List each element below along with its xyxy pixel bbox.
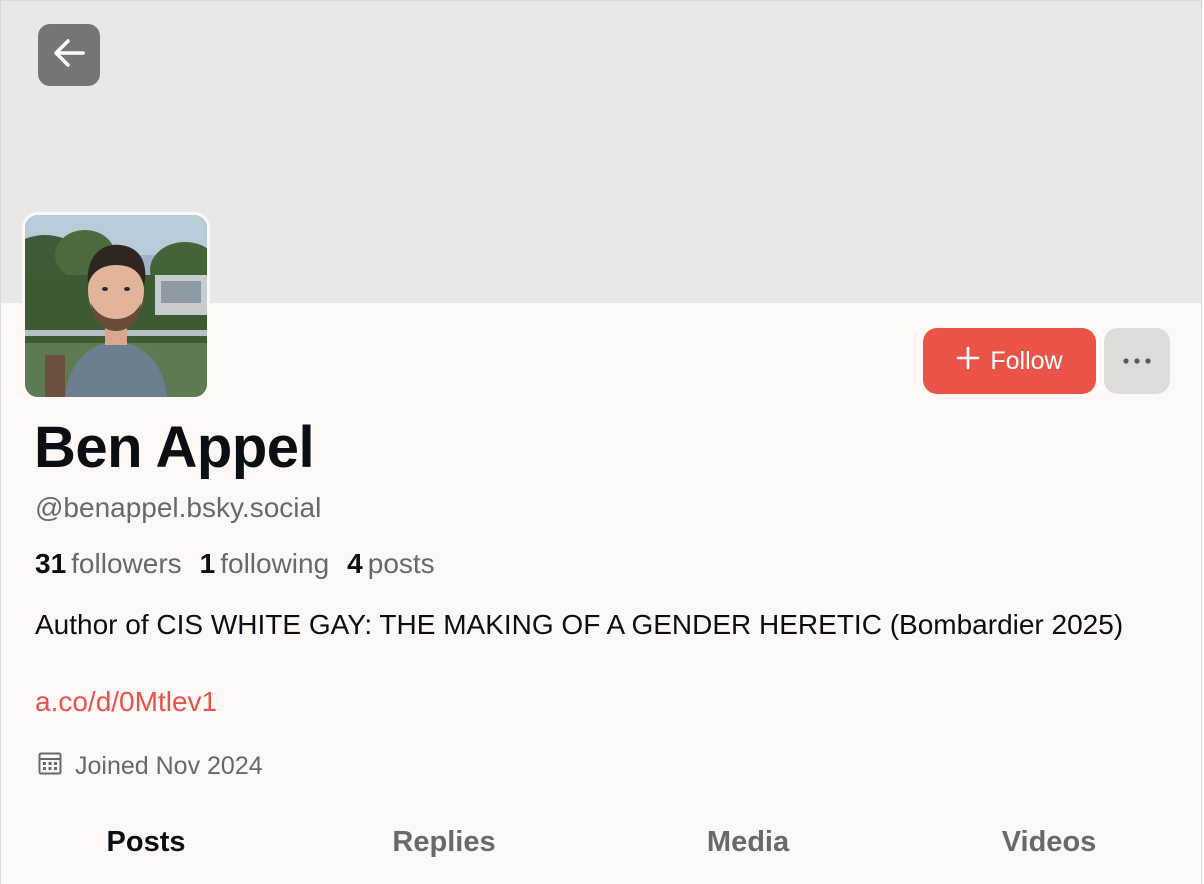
following-label: following — [220, 548, 330, 579]
profile-tabs: Posts Replies Media Videos — [0, 808, 1202, 884]
following-count: 1 — [199, 548, 216, 579]
tab-media[interactable]: Media — [707, 826, 789, 859]
back-button[interactable] — [38, 24, 100, 86]
joined-date: Joined Nov 2024 — [37, 750, 263, 783]
tab-videos[interactable]: Videos — [1002, 826, 1097, 859]
more-options-button[interactable] — [1104, 328, 1170, 394]
followers-count: 31 — [35, 548, 67, 579]
arrow-left-icon — [52, 38, 86, 73]
posts-count: 4 — [347, 548, 363, 579]
tab-replies[interactable]: Replies — [392, 826, 495, 859]
calendar-icon — [37, 750, 63, 783]
ellipsis-icon — [1122, 352, 1152, 370]
profile-stats: 31 followers 1 following 4 posts — [35, 548, 435, 580]
posts-label: posts — [367, 548, 435, 579]
profile-bio: Author of CIS WHITE GAY: THE MAKING OF A… — [35, 609, 1124, 640]
following-stat[interactable]: 1 following — [200, 548, 330, 580]
follow-label: Follow — [990, 346, 1063, 375]
profile-handle: @benappel.bsky.social — [35, 492, 322, 523]
follow-button[interactable]: Follow — [923, 328, 1096, 394]
tab-posts[interactable]: Posts — [107, 826, 186, 859]
followers-stat[interactable]: 31 followers — [35, 548, 182, 580]
avatar[interactable] — [22, 212, 210, 400]
display-name: Ben Appel — [34, 415, 315, 480]
followers-label: followers — [71, 548, 182, 579]
bio-link[interactable]: a.co/d/0Mtlev1 — [35, 686, 217, 718]
posts-stat: 4 posts — [347, 548, 435, 580]
plus-icon — [956, 346, 980, 377]
joined-label: Joined Nov 2024 — [75, 752, 263, 780]
